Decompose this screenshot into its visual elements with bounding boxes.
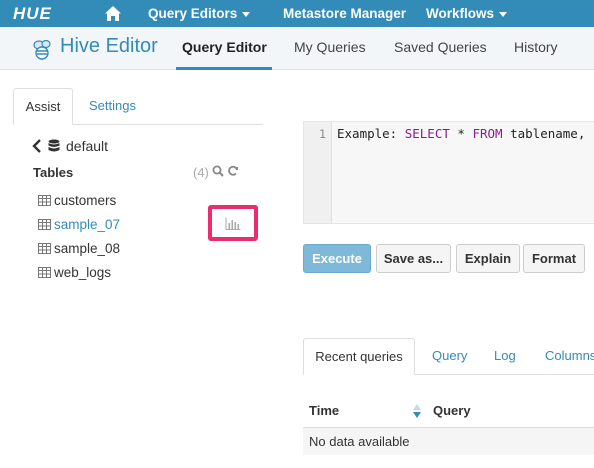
tables-actions [212, 165, 239, 177]
table-name: web_logs [54, 264, 112, 280]
table-name: sample_08 [54, 240, 121, 256]
table-stats-button[interactable] [208, 205, 258, 241]
tab-saved-queries[interactable]: Saved Queries [394, 39, 487, 55]
bar-chart-icon [225, 217, 241, 230]
sort-icon[interactable] [412, 403, 422, 424]
table-icon [38, 194, 51, 206]
execute-button[interactable]: Execute [303, 244, 371, 273]
table-item[interactable]: customers [38, 191, 116, 209]
table-item[interactable]: sample_08 [38, 239, 120, 257]
tab-recent-queries[interactable]: Recent queries [303, 338, 415, 375]
database-name: default [66, 138, 109, 154]
results-table-body: No data available [303, 427, 594, 455]
code-text: tablename, [502, 126, 586, 141]
active-tab-indicator [176, 67, 272, 70]
code-keyword: FROM [472, 126, 503, 141]
editor-code[interactable]: Example: SELECT * FROM tablename, [337, 126, 585, 141]
home-icon[interactable] [104, 5, 122, 22]
code-text: * [449, 126, 473, 141]
code-keyword: SELECT [404, 126, 450, 141]
tab-query[interactable]: Query [432, 338, 467, 375]
column-header-time[interactable]: Time [309, 403, 339, 418]
refresh-icon[interactable] [227, 165, 239, 177]
chevron-left-icon[interactable] [32, 139, 42, 153]
column-header-query[interactable]: Query [433, 403, 471, 418]
table-icon [38, 266, 51, 278]
format-button[interactable]: Format [523, 244, 585, 273]
line-number: 1 [319, 127, 326, 141]
empty-message: No data available [309, 434, 410, 449]
save-as-button[interactable]: Save as... [376, 244, 451, 273]
database-selector[interactable]: default [32, 137, 108, 155]
nav-query-editors[interactable]: Query Editors [148, 0, 251, 27]
svg-text:HUE: HUE [13, 5, 52, 22]
explain-button[interactable]: Explain [456, 244, 520, 273]
tab-my-queries[interactable]: My Queries [294, 39, 366, 55]
tab-history[interactable]: History [514, 39, 558, 55]
app-title: Hive Editor [60, 35, 158, 57]
tab-assist[interactable]: Assist [13, 88, 73, 125]
chevron-down-icon [499, 11, 508, 17]
nav-workflows[interactable]: Workflows [426, 0, 508, 27]
database-icon [48, 139, 60, 152]
search-icon[interactable] [212, 165, 224, 177]
table-item[interactable]: sample_07 [38, 215, 120, 233]
nav-workflows-label: Workflows [426, 6, 495, 21]
app-header: Hive Editor Query Editor My Queries Save… [0, 27, 594, 70]
table-item[interactable]: web_logs [38, 263, 111, 281]
tables-count: (4) [193, 165, 209, 180]
hue-logo[interactable]: HUE [13, 4, 71, 23]
hive-bee-icon [30, 38, 54, 62]
top-navbar: HUE Query Editors Metastore Manager Work… [0, 0, 594, 27]
query-editor[interactable]: 1 Example: SELECT * FROM tablename, [303, 121, 594, 224]
tab-query-editor[interactable]: Query Editor [182, 39, 267, 55]
tables-heading: Tables [33, 165, 74, 180]
table-icon [38, 218, 51, 230]
nav-query-editors-label: Query Editors [148, 6, 238, 21]
code-text: Example: [337, 126, 405, 141]
tab-columns[interactable]: Columns [545, 338, 594, 375]
table-icon [38, 242, 51, 254]
chevron-down-icon [242, 11, 251, 17]
editor-gutter: 1 [304, 122, 332, 223]
tab-settings[interactable]: Settings [89, 88, 136, 125]
table-name: sample_07 [54, 216, 121, 232]
nav-metastore-manager[interactable]: Metastore Manager [283, 0, 406, 27]
table-name: customers [54, 192, 117, 208]
nav-metastore-manager-label: Metastore Manager [283, 6, 407, 21]
tab-log[interactable]: Log [494, 338, 516, 375]
